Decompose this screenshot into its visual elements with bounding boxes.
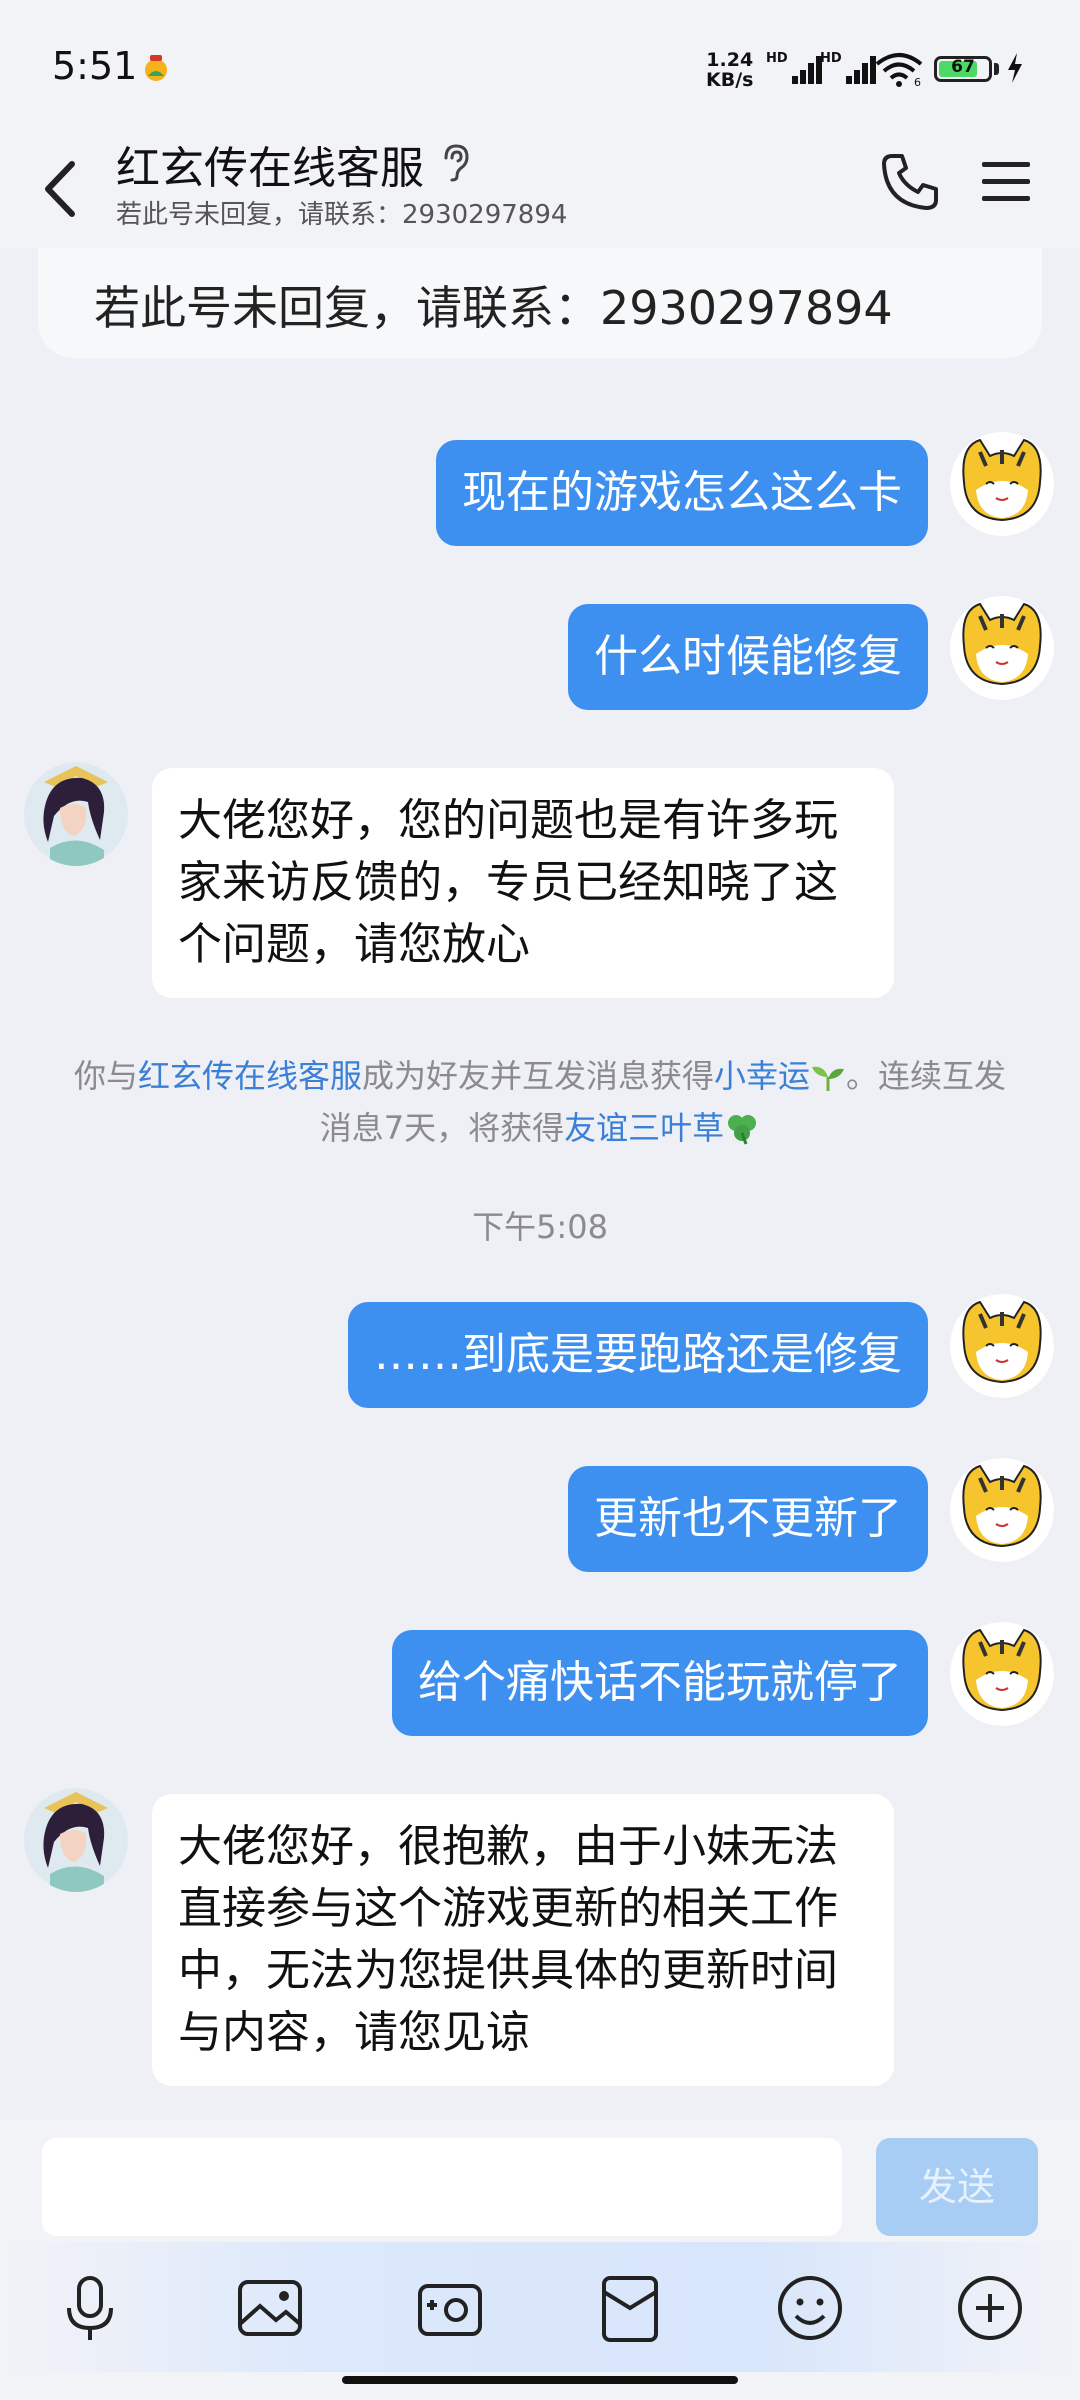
signal-icon-2: HD	[820, 51, 876, 84]
user-avatar-tiger[interactable]	[950, 1622, 1054, 1726]
status-time: 5:51	[52, 44, 138, 88]
composer: 发送	[0, 2120, 1080, 2400]
contact-link[interactable]: 红玄传在线客服	[138, 1057, 362, 1095]
svg-text:HD: HD	[766, 51, 788, 66]
svg-text:6: 6	[914, 76, 921, 88]
image-icon[interactable]	[228, 2266, 312, 2350]
message-line: 个问题，请您放心	[178, 919, 530, 970]
input-toolbar	[0, 2242, 1080, 2372]
outgoing-message-bubble[interactable]: 给个痛快话不能玩就停了	[392, 1630, 928, 1736]
signal-icon: HD	[766, 51, 822, 84]
user-avatar-tiger[interactable]	[950, 1458, 1054, 1562]
menu-icon[interactable]	[976, 152, 1036, 212]
ear-icon	[444, 144, 469, 182]
back-icon[interactable]	[36, 154, 92, 224]
friendship-system-notice: 你与红玄传在线客服成为好友并互发消息获得小幸运 。连续互发 消息7天，将获得友谊三…	[73, 1057, 1007, 1147]
sprout-icon	[812, 1066, 845, 1091]
plus-icon[interactable]	[948, 2266, 1032, 2350]
user-avatar-tiger[interactable]	[950, 432, 1054, 536]
charging-icon	[1008, 53, 1022, 83]
chat-title[interactable]: 红玄传在线客服	[116, 132, 424, 196]
message-line: 与内容，请您见谅	[178, 2007, 530, 2058]
outgoing-message-bubble[interactable]: 现在的游戏怎么这么卡	[436, 440, 928, 546]
chat-subtitle: 若此号未回复，请联系：2930297894	[116, 200, 568, 230]
message-line: 大佬您好，很抱歉，由于小妹无法	[178, 1821, 838, 1872]
user-avatar-tiger[interactable]	[950, 1294, 1054, 1398]
phone-icon[interactable]	[878, 150, 942, 214]
notice-card-text: 若此号未回复，请联系：2930297894	[94, 281, 893, 335]
message-list[interactable]: 若此号未回复，请联系：2930297894 现在的游戏怎么这么卡 什么时候能修复…	[0, 248, 1080, 2120]
outgoing-message-bubble[interactable]: 什么时候能修复	[568, 604, 928, 710]
message-line: 家来访反馈的，专员已经知晓了这	[178, 857, 838, 908]
outgoing-message-bubble[interactable]: 更新也不更新了	[568, 1466, 928, 1572]
app-notification-icon	[145, 55, 167, 81]
outgoing-message-bubble[interactable]: ……到底是要跑路还是修复	[348, 1302, 928, 1408]
service-avatar[interactable]	[24, 1788, 128, 1892]
luck-link[interactable]: 小幸运	[714, 1057, 810, 1095]
clover-icon	[728, 1115, 757, 1145]
incoming-message-bubble[interactable]: 大佬您好，您的问题也是有许多玩 家来访反馈的，专员已经知晓了这 个问题，请您放心	[152, 768, 894, 998]
chat-header: 红玄传在线客服 若此号未回复，请联系：2930297894	[0, 130, 1080, 248]
message-line: 直接参与这个游戏更新的相关工作	[178, 1883, 838, 1934]
send-button[interactable]: 发送	[876, 2138, 1038, 2236]
camera-icon[interactable]	[408, 2266, 492, 2350]
wifi-icon: 6	[875, 53, 923, 88]
service-avatar[interactable]	[24, 762, 128, 866]
message-timestamp: 下午5:08	[472, 1208, 608, 1246]
message-input[interactable]	[42, 2138, 842, 2236]
battery-icon: 67	[934, 56, 992, 82]
message-line: 大佬您好，您的问题也是有许多玩	[178, 795, 838, 846]
red-envelope-icon[interactable]	[588, 2266, 672, 2350]
status-bar: 5:51 1.24 KB/s HD HD 6 67	[0, 0, 1080, 130]
message-line: 中，无法为您提供具体的更新时间	[178, 1945, 838, 1996]
battery-cap	[994, 63, 999, 75]
incoming-message-bubble[interactable]: 大佬您好，很抱歉，由于小妹无法 直接参与这个游戏更新的相关工作 中，无法为您提供…	[152, 1794, 894, 2086]
network-speed: 1.24 KB/s	[706, 49, 754, 91]
home-indicator[interactable]	[342, 2376, 738, 2384]
clover-link[interactable]: 友谊三叶草	[564, 1109, 724, 1147]
notice-card: 若此号未回复，请联系：2930297894	[38, 248, 1042, 358]
svg-text:HD: HD	[820, 51, 842, 66]
emoji-icon[interactable]	[768, 2266, 852, 2350]
microphone-icon[interactable]	[48, 2266, 132, 2350]
user-avatar-tiger[interactable]	[950, 596, 1054, 700]
